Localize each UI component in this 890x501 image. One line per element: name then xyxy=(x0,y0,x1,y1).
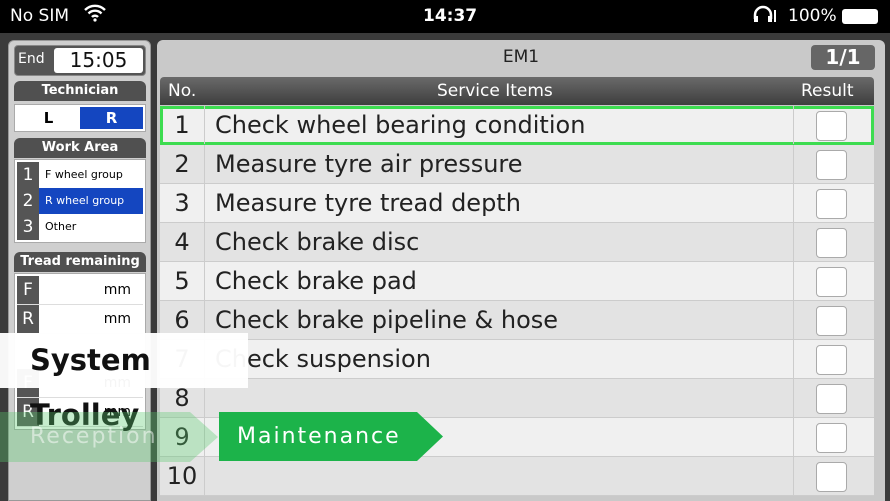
result-cell xyxy=(793,223,874,261)
row-number: 5 xyxy=(160,262,205,300)
tread-header: Tread remaining xyxy=(14,252,146,272)
headphones-icon xyxy=(752,5,776,28)
service-item: Check wheel bearing condition xyxy=(215,111,586,139)
result-checkbox[interactable] xyxy=(816,306,847,336)
row-number: 1 xyxy=(160,106,205,144)
end-time-box: End 15:05 xyxy=(14,45,146,76)
caption-overlay: System Trolley xyxy=(0,333,248,432)
result-cell xyxy=(793,184,874,222)
item-number: 1 xyxy=(17,162,39,188)
service-item: Check brake pad xyxy=(215,267,417,295)
table-row[interactable]: 4 Check brake disc xyxy=(160,223,874,262)
clock: 14:37 xyxy=(423,6,478,26)
result-cell xyxy=(793,379,874,417)
service-item: Check brake pipeline & hose xyxy=(215,306,559,334)
technician-r[interactable]: R xyxy=(80,107,143,129)
technician-header: Technician xyxy=(14,81,146,101)
table-row[interactable]: 6 Check brake pipeline & hose xyxy=(160,301,874,340)
technician-toggle[interactable]: L R xyxy=(14,104,146,132)
result-checkbox[interactable] xyxy=(816,423,847,453)
table-row[interactable]: 5 Check brake pad xyxy=(160,262,874,301)
result-checkbox[interactable] xyxy=(816,228,847,258)
carrier: No SIM xyxy=(10,6,69,26)
end-label: End xyxy=(18,51,45,67)
service-item: Measure tyre tread depth xyxy=(215,189,521,217)
tread-unit: mm xyxy=(103,282,131,298)
result-cell xyxy=(793,262,874,300)
step-reception: Reception xyxy=(0,412,218,462)
item-label: F wheel group xyxy=(45,168,123,181)
col-no: No. xyxy=(168,81,197,101)
tread-row[interactable]: Fmm xyxy=(17,276,143,305)
result-cell xyxy=(793,340,874,378)
result-cell xyxy=(793,457,874,495)
col-items: Service Items xyxy=(437,81,553,101)
result-checkbox[interactable] xyxy=(816,189,847,219)
table-row[interactable]: 10 xyxy=(160,457,874,496)
work-area-list: 1 F wheel group 2R wheel group 3 Other xyxy=(14,159,146,243)
item-number: 3 xyxy=(17,214,39,240)
tread-unit: mm xyxy=(103,311,131,327)
result-checkbox[interactable] xyxy=(816,111,847,141)
status-bar: No SIM 14:37 100% xyxy=(0,0,890,33)
step-maintenance: Maintenance xyxy=(219,412,443,461)
battery-percent: 100% xyxy=(788,6,837,26)
row-number: 3 xyxy=(160,184,205,222)
table-row[interactable]: 1 Check wheel bearing condition xyxy=(160,106,874,145)
result-checkbox[interactable] xyxy=(816,150,847,180)
table-row[interactable]: 7Check suspension xyxy=(160,340,874,379)
row-number: 4 xyxy=(160,223,205,261)
end-time: 15:05 xyxy=(54,48,143,73)
wifi-icon xyxy=(84,4,106,27)
battery-icon xyxy=(842,9,878,24)
work-area-item[interactable]: 2R wheel group xyxy=(17,188,143,214)
service-item: Check brake disc xyxy=(215,228,420,256)
work-area-item[interactable]: 3 Other xyxy=(17,214,143,240)
row-number: 2 xyxy=(160,145,205,183)
table-header: No. Service Items Result xyxy=(160,77,874,105)
col-result: Result xyxy=(801,81,854,101)
panel-title: EM1 xyxy=(502,47,540,67)
service-item: Measure tyre air pressure xyxy=(215,150,523,178)
work-area-header: Work Area xyxy=(14,138,146,158)
result-checkbox[interactable] xyxy=(816,267,847,297)
tread-label: R xyxy=(17,305,39,333)
result-cell xyxy=(793,301,874,339)
item-label: Other xyxy=(45,220,77,233)
result-cell xyxy=(793,145,874,183)
page-indicator: 1/1 xyxy=(811,45,875,70)
technician-l[interactable]: L xyxy=(17,107,80,129)
item-number: 2 xyxy=(17,188,39,214)
result-checkbox[interactable] xyxy=(816,345,847,375)
table-row[interactable]: 3 Measure tyre tread depth xyxy=(160,184,874,223)
row-number: 10 xyxy=(160,457,205,495)
result-cell xyxy=(793,106,874,144)
tread-row[interactable]: Rmm xyxy=(17,305,143,334)
item-label: R wheel group xyxy=(39,188,143,214)
work-area-item[interactable]: 1 F wheel group xyxy=(17,162,143,188)
table-row[interactable]: 2 Measure tyre air pressure xyxy=(160,145,874,184)
result-checkbox[interactable] xyxy=(816,384,847,414)
result-cell xyxy=(793,418,874,456)
result-checkbox[interactable] xyxy=(816,462,847,492)
tread-label: F xyxy=(17,276,39,304)
